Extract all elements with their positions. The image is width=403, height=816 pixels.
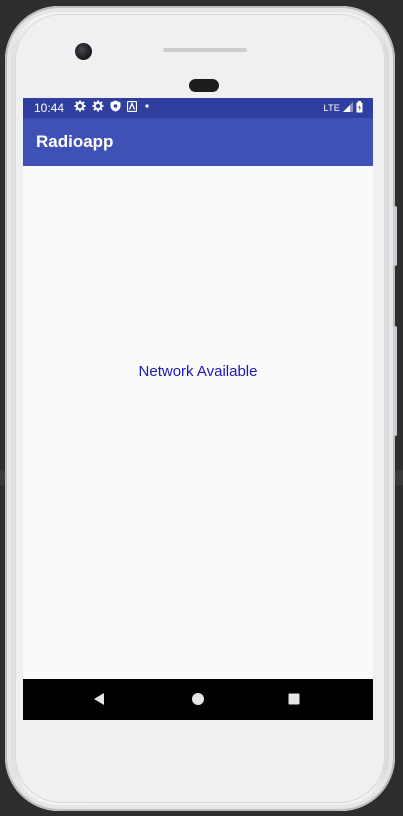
- app-title: Radioapp: [36, 132, 114, 151]
- home-circle-icon: [192, 693, 204, 705]
- device-screen: 10:44 LTE Radioapp Network Available: [23, 98, 373, 720]
- navigation-bar: [23, 679, 373, 720]
- home-button[interactable]: [188, 689, 208, 709]
- a11y-icon: [126, 100, 138, 116]
- dot-icon: [143, 100, 151, 116]
- earpiece: [189, 79, 219, 92]
- shield-icon: [110, 100, 121, 116]
- status-time: 10:44: [34, 101, 65, 115]
- power-button: [393, 326, 397, 436]
- notification-icons: [74, 100, 151, 116]
- settings-gear-icon: [74, 100, 86, 116]
- battery-icon: [356, 100, 363, 116]
- main-content: Network Available: [23, 166, 373, 679]
- speaker-grille: [163, 48, 247, 52]
- status-right-icons: LTE: [323, 100, 363, 116]
- network-type-label: LTE: [323, 103, 340, 113]
- signal-icon: [343, 101, 353, 115]
- status-bar: 10:44 LTE: [23, 98, 373, 118]
- back-triangle-icon: [94, 693, 104, 705]
- volume-button: [393, 206, 397, 266]
- front-camera: [75, 43, 92, 60]
- recents-square-icon: [288, 693, 300, 705]
- app-toolbar: Radioapp: [23, 118, 373, 166]
- back-button[interactable]: [89, 689, 109, 709]
- network-status-text: Network Available: [138, 363, 258, 380]
- settings-gear-icon: [92, 100, 104, 116]
- recents-button[interactable]: [284, 689, 304, 709]
